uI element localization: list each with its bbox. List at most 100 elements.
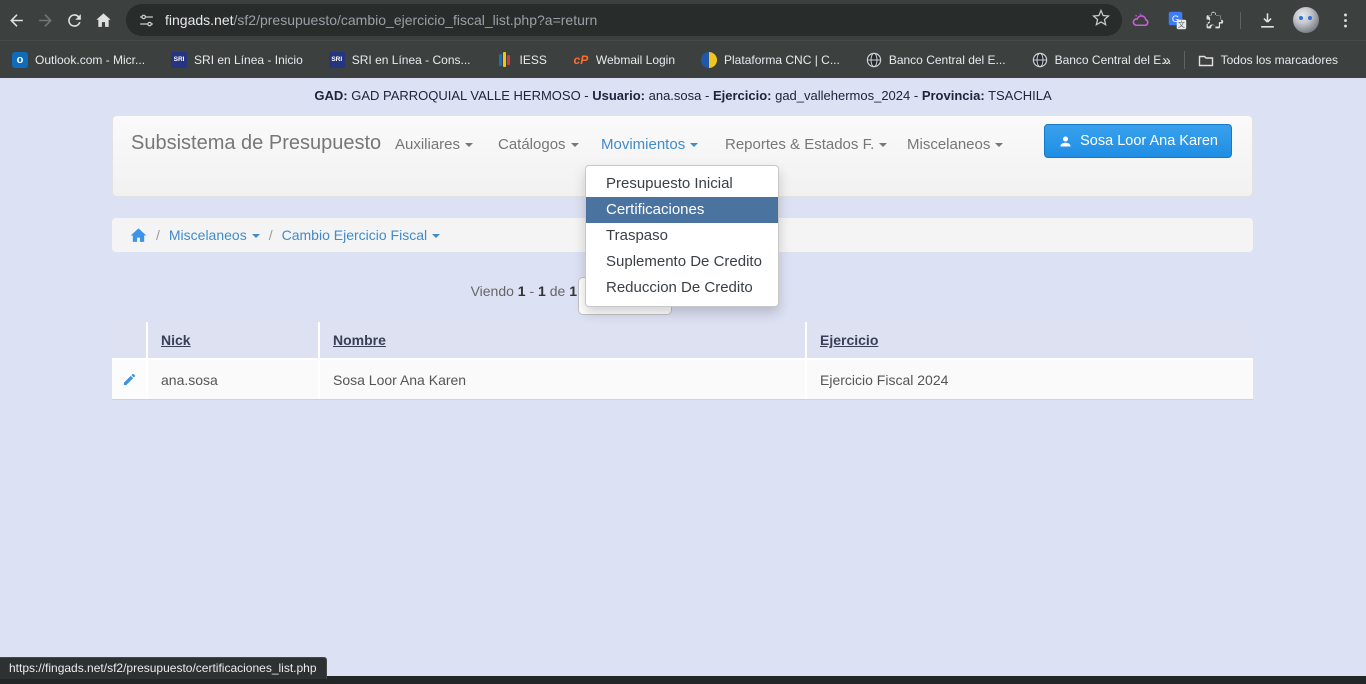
results-start: 1 (518, 283, 526, 299)
bookmark-label: IESS (520, 53, 547, 67)
session-info-line: GAD: GAD PARROQUIAL VALLE HERMOSO - Usua… (0, 88, 1366, 103)
bookmark-iess[interactable]: IESS (497, 52, 547, 68)
bookmark-label: Banco Central del E... (889, 53, 1006, 67)
person-icon (1058, 134, 1073, 149)
globe-icon (866, 52, 882, 68)
nav-item-catalogos[interactable]: Catálogos (498, 131, 579, 159)
sri-icon: SRI (171, 52, 187, 68)
user-button[interactable]: Sosa Loor Ana Karen (1044, 124, 1232, 158)
caret-down-icon (879, 143, 887, 147)
table-header-ejercicio[interactable]: Ejercicio (807, 322, 1253, 358)
cloud-extension-button[interactable] (1129, 9, 1151, 31)
bookmark-star-button[interactable] (1092, 9, 1110, 32)
results-of: de (550, 283, 566, 299)
bookmarks-divider (1184, 51, 1185, 69)
bookmark-banco-central-2[interactable]: Banco Central del E... (1032, 52, 1172, 68)
cnc-icon (701, 52, 717, 68)
pink-cloud-icon (1131, 11, 1150, 30)
browser-toolbar: fingads.net/sf2/presupuesto/cambio_ejerc… (0, 0, 1366, 40)
table-header-actions (112, 322, 146, 358)
home-icon (94, 11, 113, 30)
caret-down-icon (432, 234, 440, 238)
bookmark-outlook[interactable]: o Outlook.com - Micr... (12, 52, 145, 68)
url-bar[interactable]: fingads.net/sf2/presupuesto/cambio_ejerc… (126, 4, 1122, 36)
translate-button[interactable]: G 文 (1166, 9, 1188, 31)
nav-item-label: Reportes & Estados F. (725, 136, 874, 153)
bookmarks-overflow-button[interactable]: » (1162, 52, 1170, 69)
menu-item-presupuesto-inicial[interactable]: Presupuesto Inicial (586, 171, 778, 197)
back-button[interactable] (3, 7, 29, 33)
forward-arrow-icon (36, 11, 55, 30)
home-icon (130, 227, 147, 244)
ejercicio-label: Ejercicio: (713, 88, 772, 103)
globe-icon (1032, 52, 1048, 68)
chrome-menu-button[interactable] (1334, 9, 1356, 31)
gad-label: GAD: (314, 88, 347, 103)
reload-icon (65, 11, 84, 30)
table-header-nick[interactable]: Nick (148, 322, 318, 358)
caret-down-icon (571, 143, 579, 147)
menu-item-certificaciones[interactable]: Certificaciones (586, 197, 778, 223)
three-dot-menu-icon (1336, 11, 1355, 30)
bookmark-sri-inicio[interactable]: SRI SRI en Línea - Inicio (171, 52, 303, 68)
provincia-label: Provincia: (922, 88, 985, 103)
star-icon (1092, 9, 1110, 27)
menu-item-reduccion-de-credito[interactable]: Reduccion De Credito (586, 275, 778, 301)
folder-icon (1198, 52, 1214, 68)
results-counter: Viendo 1 - 1 de 1 (471, 283, 577, 299)
menu-item-traspaso[interactable]: Traspaso (586, 223, 778, 249)
breadcrumb-home-button[interactable] (130, 227, 147, 244)
nav-item-reportes[interactable]: Reportes & Estados F. (725, 131, 887, 159)
toolbar-right-cluster: G 文 (1129, 7, 1366, 33)
outlook-icon: o (12, 52, 28, 68)
bookmark-label: Outlook.com - Micr... (35, 53, 145, 67)
toolbar-divider (1240, 12, 1241, 29)
gad-value: GAD PARROQUIAL VALLE HERMOSO (351, 88, 580, 103)
svg-text:文: 文 (1177, 20, 1184, 29)
caret-down-icon (995, 143, 1003, 147)
separator: - (581, 88, 593, 103)
bookmark-label: SRI en Línea - Cons... (352, 53, 471, 67)
sri-icon: SRI (329, 52, 345, 68)
table-cell-nombre: Sosa Loor Ana Karen (320, 360, 805, 399)
forward-button[interactable] (32, 7, 58, 33)
breadcrumb-label: Miscelaneos (169, 227, 247, 243)
results-end: 1 (538, 283, 546, 299)
url-text: fingads.net/sf2/presupuesto/cambio_ejerc… (165, 12, 597, 28)
downloads-button[interactable] (1256, 9, 1278, 31)
nav-item-movimientos[interactable]: Movimientos (601, 131, 698, 159)
breadcrumb-separator: / (269, 227, 273, 243)
bookmark-plataforma-cnc[interactable]: Plataforma CNC | C... (701, 52, 840, 68)
screen: fingads.net/sf2/presupuesto/cambio_ejerc… (0, 0, 1366, 684)
bookmark-label: Webmail Login (596, 53, 675, 67)
breadcrumb-item-cambio-ejercicio[interactable]: Cambio Ejercicio Fiscal (282, 227, 440, 243)
nav-item-label: Auxiliares (395, 136, 460, 153)
bookmark-label: Banco Central del E... (1055, 53, 1172, 67)
user-button-label: Sosa Loor Ana Karen (1080, 133, 1218, 149)
caret-down-icon (465, 143, 473, 147)
home-button[interactable] (90, 7, 116, 33)
nav-item-auxiliares[interactable]: Auxiliares (395, 131, 473, 159)
menu-item-suplemento-de-credito[interactable]: Suplemento De Credito (586, 249, 778, 275)
url-path: /sf2/presupuesto/cambio_ejercicio_fiscal… (234, 12, 598, 28)
bookmark-sri-consultas[interactable]: SRI SRI en Línea - Cons... (329, 52, 471, 68)
bookmark-banco-central-1[interactable]: Banco Central del E... (866, 52, 1006, 68)
breadcrumb-item-miscelaneos[interactable]: Miscelaneos (169, 227, 260, 243)
nav-item-label: Catálogos (498, 136, 566, 153)
all-bookmarks-button[interactable]: Todos los marcadores (1198, 52, 1338, 68)
bookmarks-bar: o Outlook.com - Micr... SRI SRI en Línea… (0, 40, 1366, 78)
bookmark-webmail[interactable]: cP Webmail Login (573, 52, 675, 68)
nav-item-label: Movimientos (601, 136, 685, 153)
extensions-button[interactable] (1203, 9, 1225, 31)
table-cell-ejercicio: Ejercicio Fiscal 2024 (807, 360, 1253, 399)
nav-item-miscelaneos[interactable]: Miscelaneos (907, 131, 1003, 159)
site-settings-icon[interactable] (138, 12, 155, 29)
url-host: fingads.net (165, 12, 234, 28)
profile-avatar[interactable] (1293, 7, 1319, 33)
reload-button[interactable] (61, 7, 87, 33)
table-header-nombre[interactable]: Nombre (320, 322, 805, 358)
edit-pencil-icon[interactable] (122, 372, 137, 387)
cpanel-icon: cP (573, 52, 589, 68)
translate-icon: G 文 (1168, 11, 1187, 30)
navbar-brand[interactable]: Subsistema de Presupuesto (131, 129, 381, 157)
